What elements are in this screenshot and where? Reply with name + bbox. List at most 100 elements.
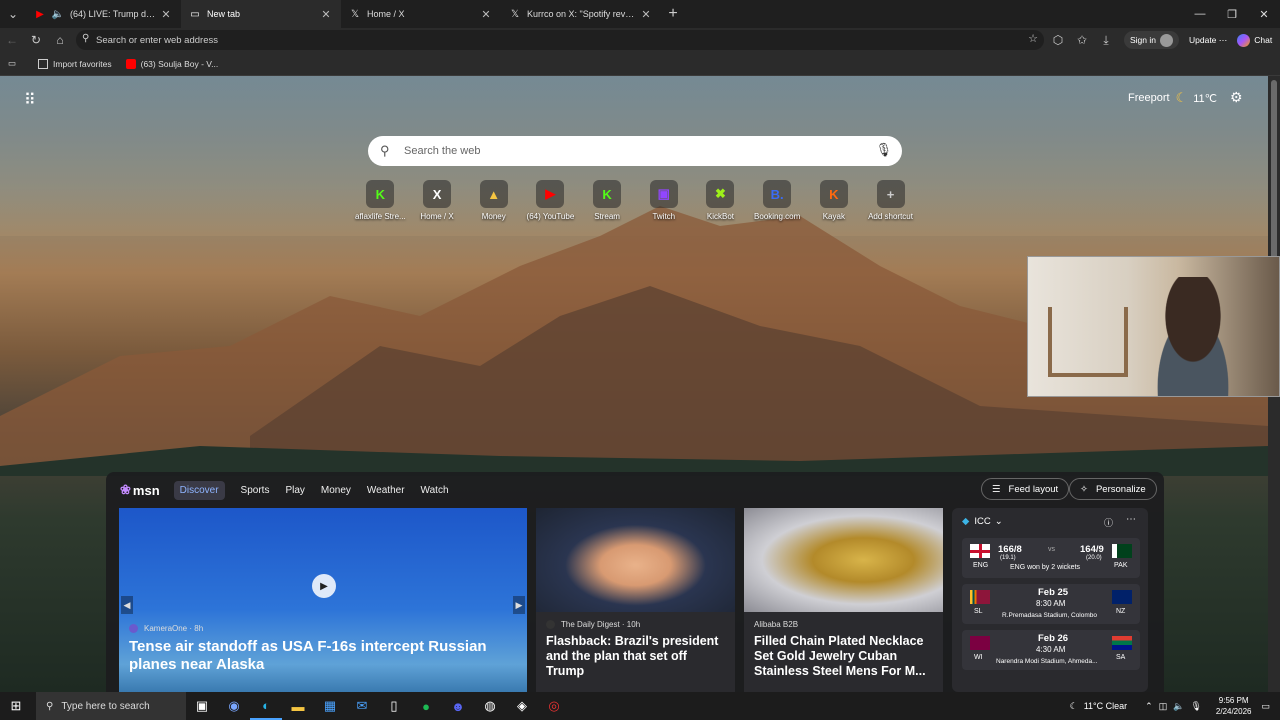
play-icon[interactable]: ▶ bbox=[312, 574, 336, 598]
window-controls: — ❐ ✕ bbox=[1184, 0, 1280, 28]
taskbar-search[interactable]: ⚲ Type here to search bbox=[36, 692, 186, 720]
speaker-icon[interactable]: 🔈 bbox=[52, 8, 64, 20]
news-card-brazil[interactable]: The Daily Digest · 10h Flashback: Brazil… bbox=[536, 508, 735, 692]
microphone-icon[interactable]: 🎙 bbox=[875, 142, 892, 158]
sign-in-button[interactable]: Sign in bbox=[1124, 31, 1179, 49]
discord-icon[interactable]: ☻ bbox=[442, 692, 474, 720]
more-options-icon[interactable]: ⋯ bbox=[1126, 514, 1136, 525]
tab-new-tab[interactable]: ▭ New tab ✕ bbox=[181, 0, 341, 28]
update-button[interactable]: Update ⋯ bbox=[1189, 35, 1227, 46]
tray-weather[interactable]: 11°C Clear bbox=[1084, 701, 1127, 711]
card-title[interactable]: Flashback: Brazil's president and the pl… bbox=[546, 634, 727, 679]
shortcut-icon: B. bbox=[763, 180, 792, 208]
tab-watch[interactable]: Watch bbox=[421, 485, 449, 496]
address-bar[interactable]: ⚲ Search or enter web address ☆ bbox=[76, 30, 1044, 50]
spotify-icon[interactable]: ● bbox=[410, 692, 442, 720]
favorite-star-icon[interactable]: ☆ bbox=[1028, 32, 1038, 45]
restore-icon[interactable]: ❐ bbox=[1216, 0, 1248, 28]
personalize-button[interactable]: ✧ Personalize bbox=[1069, 478, 1157, 500]
news-card-ad[interactable]: Alibaba B2B Filled Chain Plated Necklace… bbox=[744, 508, 943, 692]
app-icon[interactable]: ◍ bbox=[474, 692, 506, 720]
weather-widget[interactable]: Freeport ☾ 11℃ bbox=[1128, 90, 1217, 106]
close-tab-icon[interactable]: ✕ bbox=[639, 8, 653, 21]
news-card-main[interactable]: ▶ ◀ ▶ KameraOne · 8h Tense air standoff … bbox=[119, 508, 527, 692]
sidebar-toggle-icon[interactable]: ▭ bbox=[8, 58, 16, 69]
tab-sports[interactable]: Sports bbox=[241, 485, 270, 496]
close-tab-icon[interactable]: ✕ bbox=[159, 8, 173, 21]
match-sl-nz[interactable]: SL Feb 25 8:30 AM R.Premadasa Stadium, C… bbox=[962, 584, 1140, 624]
tab-kurrco-x[interactable]: 𝕏 Kurrco on X: "Spotify reveals its la ✕ bbox=[501, 0, 661, 28]
volume-icon[interactable]: 🔈 bbox=[1173, 701, 1184, 712]
close-window-icon[interactable]: ✕ bbox=[1248, 0, 1280, 28]
favorite-soulja[interactable]: (63) Soulja Boy - V... bbox=[125, 58, 218, 69]
web-search-box[interactable]: ⚲ Search the web 🎙 bbox=[368, 136, 902, 166]
tab-home-x[interactable]: 𝕏 Home / X ✕ bbox=[341, 0, 501, 28]
tab-youtube-live[interactable]: ▶ 🔈 (64) LIVE: Trump delivers State ✕ bbox=[26, 0, 181, 28]
mail-icon[interactable]: ✉ bbox=[346, 692, 378, 720]
gear-icon[interactable]: ⚙ bbox=[1230, 89, 1243, 106]
webcam-chair bbox=[1048, 307, 1128, 377]
copilot-icon[interactable]: ◉ bbox=[218, 692, 250, 720]
shortcut-label: Add shortcut bbox=[868, 212, 913, 221]
tab-weather[interactable]: Weather bbox=[367, 485, 405, 496]
microphone-icon[interactable]: 🎙 bbox=[1190, 701, 1201, 712]
store-icon[interactable]: ▦ bbox=[314, 692, 346, 720]
match-time: 4:30 AM bbox=[1036, 645, 1066, 654]
home-icon[interactable]: ⌂ bbox=[48, 29, 72, 51]
chat-label: Chat bbox=[1254, 35, 1273, 45]
next-arrow-icon[interactable]: ▶ bbox=[513, 596, 525, 614]
tab-bar: ⌄ ▶ 🔈 (64) LIVE: Trump delivers State ✕ … bbox=[0, 0, 1280, 28]
edge-icon[interactable]: ◐ bbox=[250, 692, 282, 720]
app-launcher-icon[interactable]: ⠿ bbox=[24, 90, 36, 110]
minimize-icon[interactable]: — bbox=[1184, 0, 1216, 28]
notepad-icon[interactable]: ▯ bbox=[378, 692, 410, 720]
show-hidden-icon[interactable]: ⌃ bbox=[1145, 701, 1153, 712]
card-title[interactable]: Tense air standoff as USA F-16s intercep… bbox=[129, 638, 519, 674]
task-view-icon[interactable]: ▣ bbox=[186, 692, 218, 720]
back-icon[interactable]: ← bbox=[0, 29, 24, 51]
team-overs: (20.0) bbox=[1086, 555, 1102, 561]
team-score: 164/9 bbox=[1080, 544, 1104, 555]
msn-logo[interactable]: ❀ msn bbox=[120, 482, 160, 498]
shortcut-tile[interactable]: B. Booking.com bbox=[749, 180, 806, 221]
shortcut-tile[interactable]: ▲ Money bbox=[465, 180, 522, 221]
copilot-chat-button[interactable]: Chat bbox=[1237, 33, 1273, 47]
favorites-icon[interactable]: ✩ bbox=[1070, 29, 1094, 51]
favorite-import[interactable]: Import favorites bbox=[38, 58, 112, 69]
shortcut-tile[interactable]: + Add shortcut bbox=[862, 180, 919, 221]
shortcut-tile[interactable]: K Kayak bbox=[806, 180, 863, 221]
icc-header[interactable]: ◆ ICC ⌄ bbox=[962, 516, 1003, 527]
previous-arrow-icon[interactable]: ◀ bbox=[121, 596, 133, 614]
shortcut-tile[interactable]: Kaflaxlife Stre... bbox=[352, 180, 409, 221]
app-icon[interactable]: ◈ bbox=[506, 692, 538, 720]
refresh-icon[interactable]: ↻ bbox=[24, 29, 48, 51]
close-tab-icon[interactable]: ✕ bbox=[319, 8, 333, 21]
shortcut-tile[interactable]: K Stream bbox=[579, 180, 636, 221]
notification-icon[interactable]: ▭ bbox=[1261, 701, 1270, 712]
feed-layout-button[interactable]: ☰ Feed layout bbox=[981, 478, 1070, 500]
file-explorer-icon[interactable]: ▬ bbox=[282, 692, 314, 720]
clock[interactable]: 9:56 PM 2/24/2026 bbox=[1216, 695, 1252, 717]
tab-play[interactable]: Play bbox=[285, 485, 304, 496]
card-title[interactable]: Filled Chain Plated Necklace Set Gold Je… bbox=[754, 634, 935, 679]
extensions-icon[interactable]: ⬡ bbox=[1046, 29, 1070, 51]
close-tab-icon[interactable]: ✕ bbox=[479, 8, 493, 21]
match-wi-sa[interactable]: WI Feb 26 4:30 AM Narendra Modi Stadium,… bbox=[962, 630, 1140, 670]
tab-discover[interactable]: Discover bbox=[173, 480, 225, 500]
match-eng-pak[interactable]: ENG 166/8 (19.1) vs 164/9 (20.0) PAK ENG… bbox=[962, 538, 1140, 578]
downloads-icon[interactable]: ⤓ bbox=[1094, 29, 1118, 51]
obs-icon[interactable]: ◎ bbox=[538, 692, 570, 720]
shortcut-tile[interactable]: X Home / X bbox=[409, 180, 466, 221]
weather-tray-icon[interactable]: ☾ bbox=[1070, 701, 1078, 712]
shortcut-tile[interactable]: ✖ KickBot bbox=[692, 180, 749, 221]
shortcut-tile[interactable]: ▣ Twitch bbox=[635, 180, 692, 221]
new-tab-button[interactable]: + bbox=[661, 5, 685, 23]
scrollbar-thumb[interactable] bbox=[1271, 80, 1277, 260]
info-icon[interactable]: ⓘ bbox=[1104, 516, 1113, 529]
sign-in-label: Sign in bbox=[1130, 35, 1156, 45]
windows-start-icon[interactable]: ⊞ bbox=[0, 692, 32, 720]
shortcut-tile[interactable]: ▶ (64) YouTube bbox=[522, 180, 579, 221]
network-icon[interactable]: ◫ bbox=[1159, 701, 1168, 712]
tab-money[interactable]: Money bbox=[321, 485, 351, 496]
tab-actions-chevron-icon[interactable]: ⌄ bbox=[0, 3, 26, 25]
